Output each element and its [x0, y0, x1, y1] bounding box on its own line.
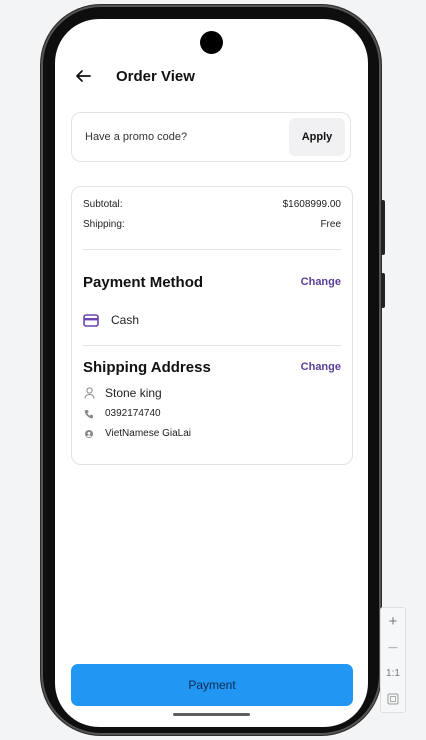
app-header: Order View — [73, 66, 195, 86]
payment-button[interactable]: Payment — [71, 664, 353, 706]
divider — [83, 345, 341, 346]
address-text: VietNamese GiaLai — [105, 428, 191, 439]
recipient-row: Stone king — [83, 386, 162, 400]
page-title: Order View — [116, 67, 195, 85]
shipping-label: Shipping: — [83, 219, 125, 230]
subtotal-value: $1608999.00 — [282, 199, 341, 210]
payment-method-title: Payment Method — [83, 274, 204, 291]
fit-screen-icon[interactable] — [381, 686, 405, 712]
volume-button — [381, 200, 385, 255]
divider — [83, 249, 341, 250]
location-pin-icon — [83, 429, 95, 439]
phone-row: 0392174740 — [83, 408, 161, 419]
shipping-row: Shipping: Free — [83, 219, 341, 230]
credit-card-icon — [83, 313, 99, 327]
back-arrow-icon[interactable] — [73, 66, 93, 86]
phone-number: 0392174740 — [105, 408, 161, 419]
change-payment-button[interactable]: Change — [301, 276, 341, 288]
zoom-out-icon[interactable]: — — [381, 634, 405, 660]
front-camera — [200, 31, 223, 54]
home-indicator — [173, 713, 250, 716]
phone-icon — [83, 409, 95, 419]
zoom-controls: + — 1:1 — [380, 607, 406, 713]
person-icon — [83, 387, 95, 399]
order-summary-card: Subtotal: $1608999.00 Shipping: Free Pay… — [71, 186, 353, 465]
zoom-reset-button[interactable]: 1:1 — [381, 660, 405, 686]
zoom-in-icon[interactable]: + — [381, 608, 405, 634]
subtotal-row: Subtotal: $1608999.00 — [83, 199, 341, 210]
payment-method-row: Cash — [83, 313, 139, 327]
power-button — [381, 273, 385, 308]
recipient-name: Stone king — [105, 386, 162, 400]
shipping-value: Free — [320, 219, 341, 230]
app-screen: Order View Apply Subtotal: $1608999.00 S… — [55, 19, 368, 727]
address-row: VietNamese GiaLai — [83, 428, 191, 439]
payment-method-value: Cash — [111, 313, 140, 327]
promo-code-input[interactable] — [83, 130, 277, 144]
shipping-address-title: Shipping Address — [83, 359, 211, 376]
change-address-button[interactable]: Change — [301, 361, 341, 373]
apply-button[interactable]: Apply — [289, 118, 345, 156]
subtotal-label: Subtotal: — [83, 199, 123, 210]
promo-code-box: Apply — [71, 112, 351, 162]
